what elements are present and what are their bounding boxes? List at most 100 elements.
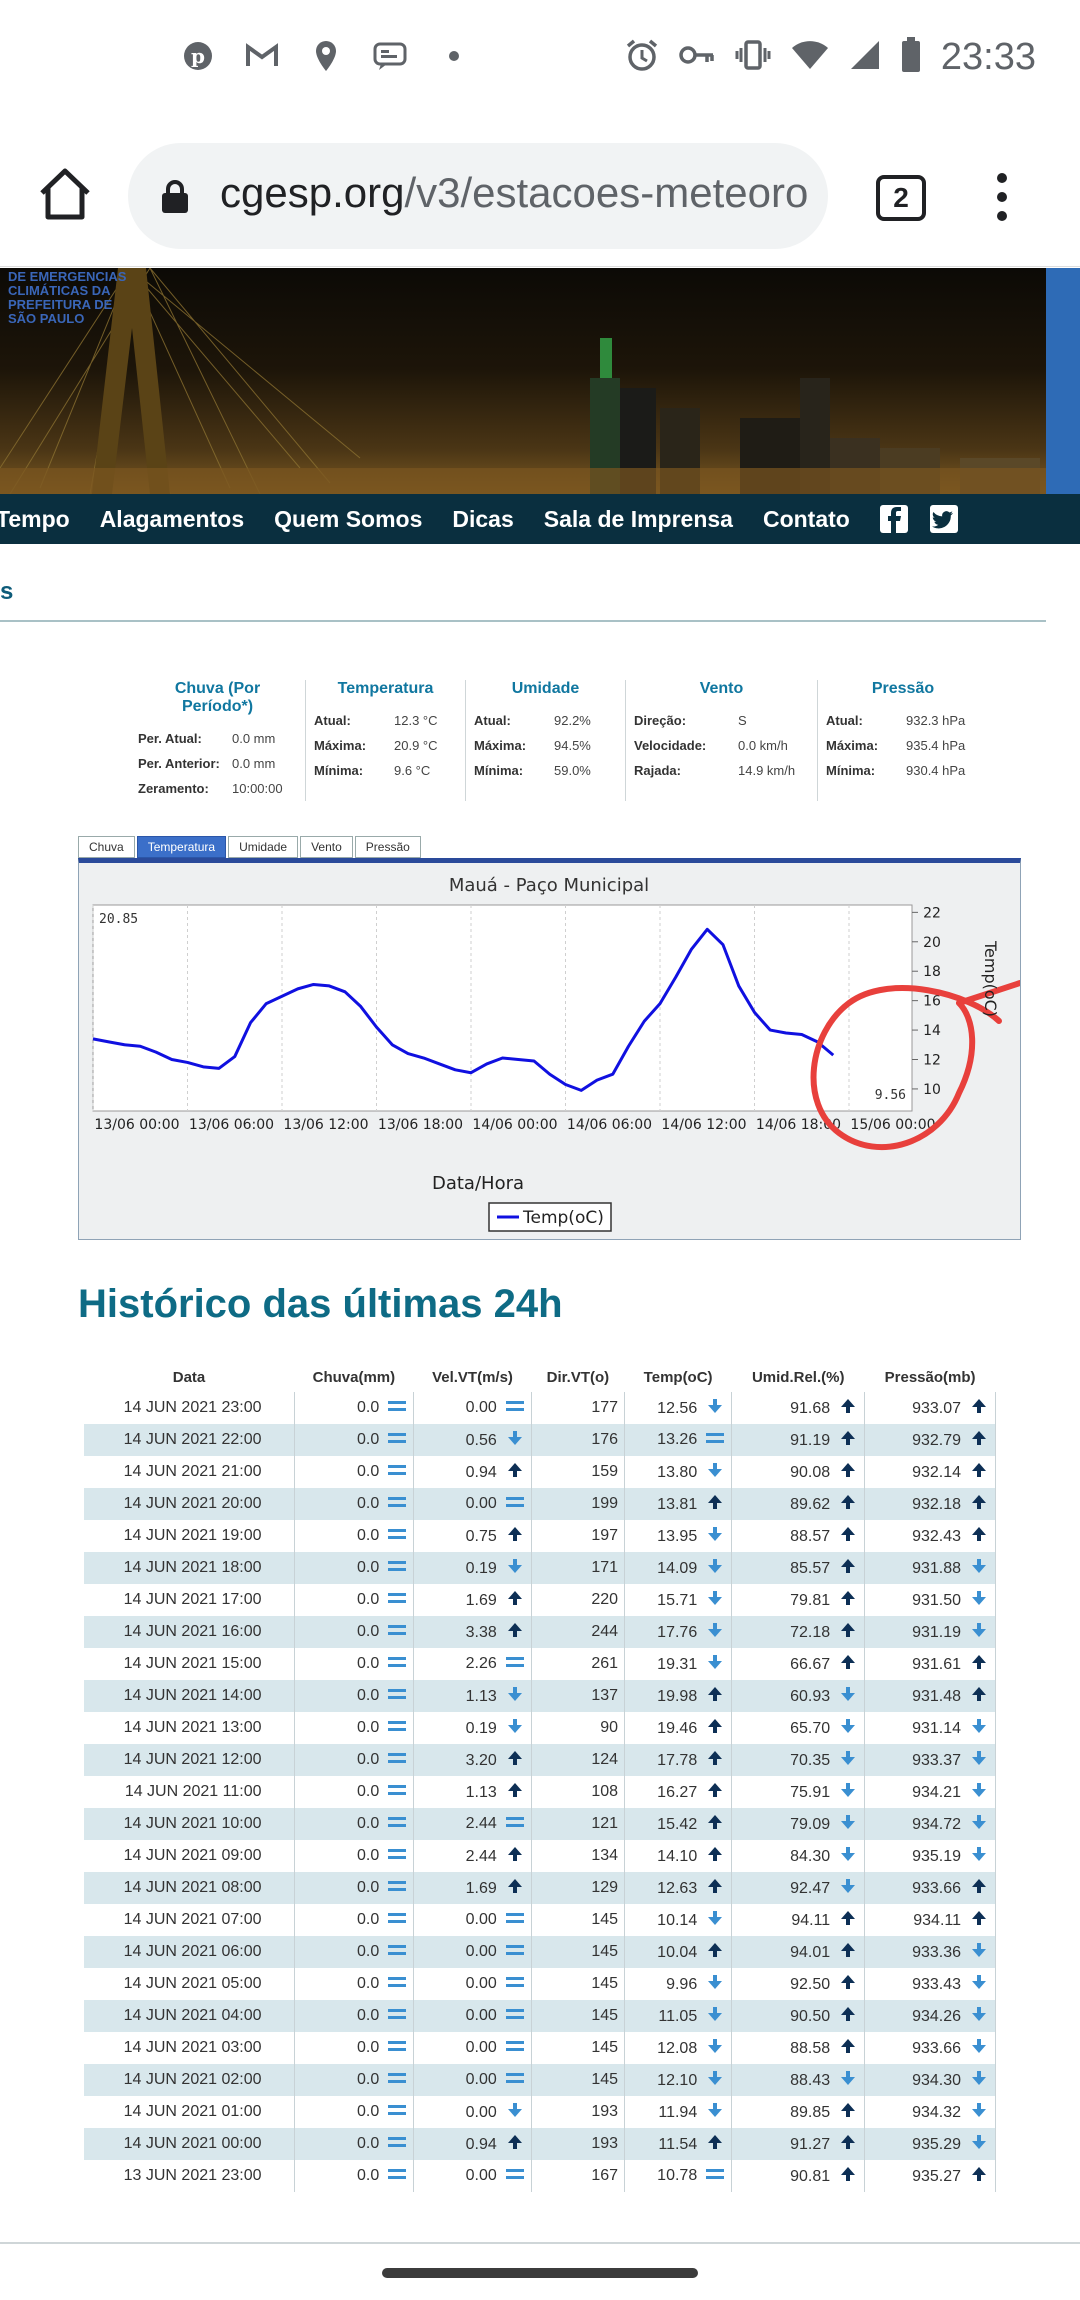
cell-value: 12.10 <box>657 2071 698 2089</box>
summary-value: 92.2% <box>554 713 591 728</box>
table-cell: 931.14 <box>864 1712 996 1744</box>
trend-eq-icon <box>387 1655 407 1673</box>
cell-value: 932.79 <box>912 1431 961 1449</box>
table-cell: 0.0 <box>294 1520 415 1552</box>
site-logo-text: DE EMERGENCIAS CLIMÁTICAS DA PREFEITURA … <box>8 269 127 326</box>
cell-value: 0.00 <box>465 1943 497 1960</box>
table-cell: 159 <box>531 1456 626 1488</box>
home-icon <box>40 168 90 220</box>
tab-pressao[interactable]: Pressão <box>354 836 421 858</box>
table-cell: 0.56 <box>413 1424 532 1456</box>
trend-up-icon <box>838 1590 858 1610</box>
trend-down-icon <box>705 2070 725 2090</box>
trend-up-icon <box>838 1462 858 1482</box>
summary-label: Atual: <box>826 713 863 728</box>
cell-value: 17.78 <box>657 1751 698 1769</box>
table-cell: 931.88 <box>864 1552 996 1584</box>
trend-up-icon <box>969 2166 989 2186</box>
tab-temperatura[interactable]: Temperatura <box>136 836 227 858</box>
cell-value: 13.80 <box>657 1463 698 1481</box>
cell-value: 79.09 <box>790 1815 831 1833</box>
trend-eq-icon <box>387 1559 407 1577</box>
table-cell: 14 JUN 2021 04:00 <box>84 2000 295 2032</box>
trend-up-icon <box>838 1558 858 1578</box>
cell-value: 14.10 <box>657 1847 698 1865</box>
summary-chuva: Chuva (Por Período*) Per. Atual: 0.0 mm P… <box>130 680 306 801</box>
table-cell: 84.30 <box>731 1840 866 1872</box>
table-cell: 91.68 <box>731 1392 866 1424</box>
tab-chuva[interactable]: Chuva <box>78 836 135 858</box>
gesture-bar[interactable] <box>382 2268 698 2278</box>
table-cell: 171 <box>531 1552 626 1584</box>
tab-switcher-button[interactable]: 2 <box>876 175 926 221</box>
summary-label: Atual: <box>474 713 511 728</box>
trend-eq-icon <box>505 1815 525 1833</box>
summary-label: Máxima: <box>474 738 527 753</box>
cell-value: 89.85 <box>790 2103 831 2121</box>
facebook-icon[interactable] <box>879 505 908 533</box>
cell-value: 167 <box>591 2167 619 2184</box>
cell-value: 935.19 <box>912 1847 961 1865</box>
trend-eq-icon <box>705 1431 725 1449</box>
key-icon <box>679 43 715 72</box>
trend-down-icon <box>705 2102 725 2122</box>
overflow-menu-button[interactable] <box>990 173 1014 223</box>
trend-up-icon <box>705 1686 725 1706</box>
table-cell: 91.27 <box>731 2128 866 2160</box>
table-cell: 0.19 <box>413 1712 532 1744</box>
table-cell: 0.0 <box>294 1808 415 1840</box>
nav-item-sala-de-imprensa[interactable]: Sala de Imprensa <box>544 506 733 533</box>
trend-down-icon <box>505 1430 525 1450</box>
table-cell: 0.0 <box>294 1424 415 1456</box>
table-row: 13 JUN 2021 23:00 0.0 0.00 167 10.78 90.81 935… <box>84 2160 996 2192</box>
nav-item-quem-somos[interactable]: Quem Somos <box>274 506 422 533</box>
cell-value: 934.11 <box>913 1911 961 1929</box>
cell-value: 1.69 <box>465 1591 497 1609</box>
table-cell: 0.00 <box>413 1968 532 2000</box>
trend-down-icon <box>705 1590 725 1610</box>
table-cell: 94.11 <box>731 1904 866 1936</box>
battery-icon <box>901 37 921 78</box>
table-cell: 13.81 <box>624 1488 733 1520</box>
cell-value: 933.66 <box>912 1879 961 1897</box>
summary-value: 10:00:00 <box>232 781 283 796</box>
tab-vento[interactable]: Vento <box>300 836 353 858</box>
cell-value: 0.94 <box>465 1463 497 1481</box>
cell-value: 933.43 <box>912 1975 961 1993</box>
cell-value: 11.94 <box>658 2103 698 2121</box>
table-cell: 134 <box>531 1840 626 1872</box>
cell-value: 88.57 <box>790 1527 831 1545</box>
nav-item-tempo[interactable]: Tempo <box>0 506 70 533</box>
cell-value: 2.44 <box>465 1815 497 1832</box>
nav-item-contato[interactable]: Contato <box>763 506 850 533</box>
table-row: 14 JUN 2021 15:00 0.0 2.26 261 19.31 66.67 931… <box>84 1648 996 1680</box>
summary-value: 14.9 km/h <box>738 763 796 778</box>
nav-item-alagamentos[interactable]: Alagamentos <box>100 506 244 533</box>
trend-down-icon <box>969 2102 989 2122</box>
table-cell: 14 JUN 2021 19:00 <box>84 1520 295 1552</box>
browser-toolbar: cgesp.org/v3/estacoes-meteoro 2 <box>0 125 1080 267</box>
cell-value: 0.00 <box>465 2039 497 2056</box>
cell-value: 14 JUN 2021 02:00 <box>123 2071 262 2088</box>
cell-value: 70.35 <box>790 1751 831 1769</box>
cell-value: 14 JUN 2021 04:00 <box>123 2007 262 2024</box>
address-bar[interactable]: cgesp.org/v3/estacoes-meteoro <box>128 143 828 249</box>
table-cell: 1.69 <box>413 1872 532 1904</box>
twitter-icon[interactable] <box>929 505 958 533</box>
trend-up-icon <box>705 2134 725 2154</box>
cell-value: 90.08 <box>790 1463 831 1481</box>
tab-umidade[interactable]: Umidade <box>228 836 299 858</box>
trend-up-icon <box>505 2134 525 2154</box>
trend-down-icon <box>838 1878 858 1898</box>
location-icon <box>308 38 344 74</box>
table-cell: 14 JUN 2021 07:00 <box>84 1904 295 1936</box>
table-row: 14 JUN 2021 16:00 0.0 3.38 244 17.76 72.18 931… <box>84 1616 996 1648</box>
weather-summary: Chuva (Por Período*) Per. Atual: 0.0 mm P… <box>130 680 990 801</box>
table-cell: 934.72 <box>864 1808 996 1840</box>
chart-legend: Temp(oC) <box>488 1202 612 1232</box>
home-button[interactable] <box>34 163 96 225</box>
trend-up-icon <box>705 1494 725 1514</box>
nav-item-dicas[interactable]: Dicas <box>452 506 513 533</box>
min-value-label: 9.56 <box>875 1088 906 1103</box>
trend-down-icon <box>969 1846 989 1866</box>
